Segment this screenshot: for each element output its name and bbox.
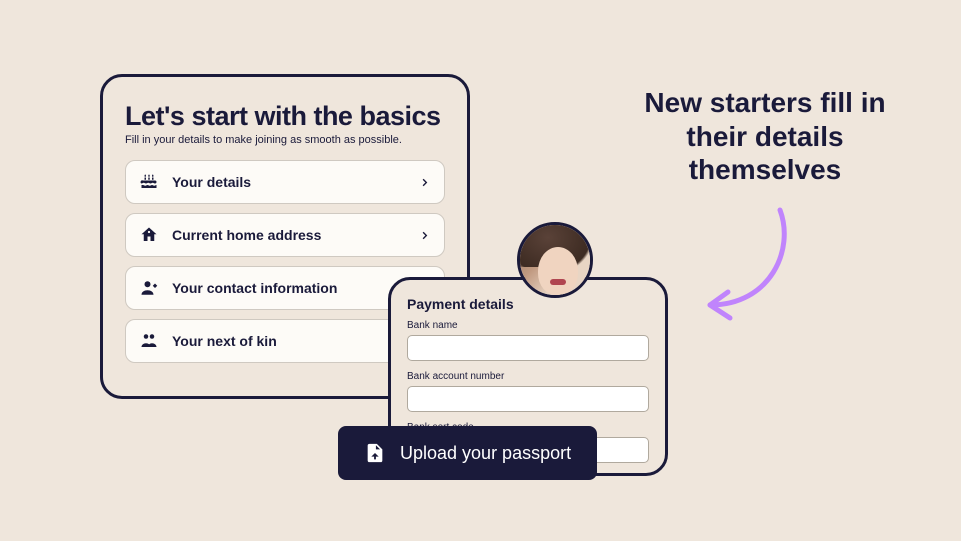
basics-heading: Let's start with the basics <box>125 101 445 132</box>
row-label: Your contact information <box>172 280 405 296</box>
row-label: Current home address <box>172 227 405 243</box>
headline-text: New starters fill in their details thems… <box>620 86 910 187</box>
bank-name-input[interactable] <box>407 335 649 361</box>
chevron-right-icon <box>419 230 430 241</box>
payment-heading: Payment details <box>407 296 649 312</box>
field-label: Bank account number <box>407 371 649 382</box>
chevron-right-icon <box>419 177 430 188</box>
kin-icon <box>140 332 158 350</box>
cake-icon <box>140 173 158 191</box>
upload-passport-button[interactable]: Upload your passport <box>338 426 597 480</box>
contact-icon <box>140 279 158 297</box>
upload-label: Upload your passport <box>400 443 571 464</box>
row-your-details[interactable]: Your details <box>125 160 445 204</box>
upload-file-icon <box>364 442 386 464</box>
home-icon <box>140 226 158 244</box>
row-address[interactable]: Current home address <box>125 213 445 257</box>
field-label: Bank name <box>407 320 649 331</box>
arrow-illustration <box>680 200 830 330</box>
bank-account-input[interactable] <box>407 386 649 412</box>
basics-subtitle: Fill in your details to make joining as … <box>125 134 445 146</box>
row-label: Your details <box>172 174 405 190</box>
avatar <box>517 222 593 298</box>
